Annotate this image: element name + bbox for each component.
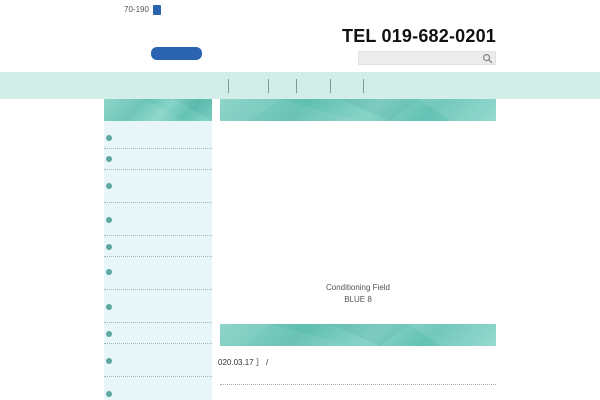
postal-code: 70-190 [124, 5, 149, 14]
map-marker-icon[interactable] [152, 4, 161, 15]
sidebar-item[interactable] [104, 127, 212, 149]
sidebar-item[interactable] [104, 344, 212, 377]
sidebar-item[interactable] [104, 149, 212, 170]
nav-item-3[interactable] [298, 79, 332, 93]
search-box[interactable] [358, 51, 496, 69]
search-input[interactable] [359, 56, 479, 69]
caption-line-1: Conditioning Field [325, 283, 391, 292]
news-heading-banner [220, 324, 496, 346]
chevron-right-icon [106, 331, 112, 337]
nav-separator [296, 79, 297, 93]
chevron-right-icon [106, 358, 112, 364]
sidebar-item[interactable] [104, 203, 212, 236]
divider [220, 384, 496, 385]
banner-pattern [104, 99, 212, 121]
phone-number: TEL 019-682-0201 [342, 26, 496, 46]
sidebar-item[interactable] [104, 377, 212, 400]
chevron-right-icon [106, 304, 112, 310]
sidebar-item[interactable] [104, 170, 212, 203]
nav-separator [363, 79, 364, 93]
nav-separator [330, 79, 331, 93]
sidebar-banner [104, 99, 212, 121]
chevron-right-icon [106, 217, 112, 223]
search-icon[interactable] [482, 53, 493, 64]
nav-item-1[interactable] [230, 79, 264, 93]
banner-pattern [220, 324, 496, 346]
nav-item-4[interactable] [332, 79, 366, 93]
chevron-right-icon [106, 391, 112, 397]
banner-pattern [220, 99, 496, 121]
sidebar-item[interactable] [104, 290, 212, 323]
chevron-right-icon [106, 183, 112, 189]
chevron-right-icon [106, 156, 112, 162]
sidebar-item[interactable] [104, 236, 212, 257]
brand-button[interactable] [151, 47, 202, 60]
nav-separator [268, 79, 269, 93]
caption-line-2: BLUE 8 [344, 295, 372, 304]
global-nav [0, 72, 600, 99]
nav-separator [228, 79, 229, 93]
main-heading-banner [220, 99, 496, 121]
sidebar-item[interactable] [104, 323, 212, 344]
header-topline: 70-190 [124, 4, 161, 15]
sidebar [104, 99, 212, 400]
chevron-right-icon [106, 244, 112, 250]
chevron-right-icon [106, 269, 112, 275]
news-item[interactable]: 020.03.17 ］ / [218, 357, 268, 368]
sidebar-item[interactable] [104, 257, 212, 290]
chevron-right-icon [106, 135, 112, 141]
